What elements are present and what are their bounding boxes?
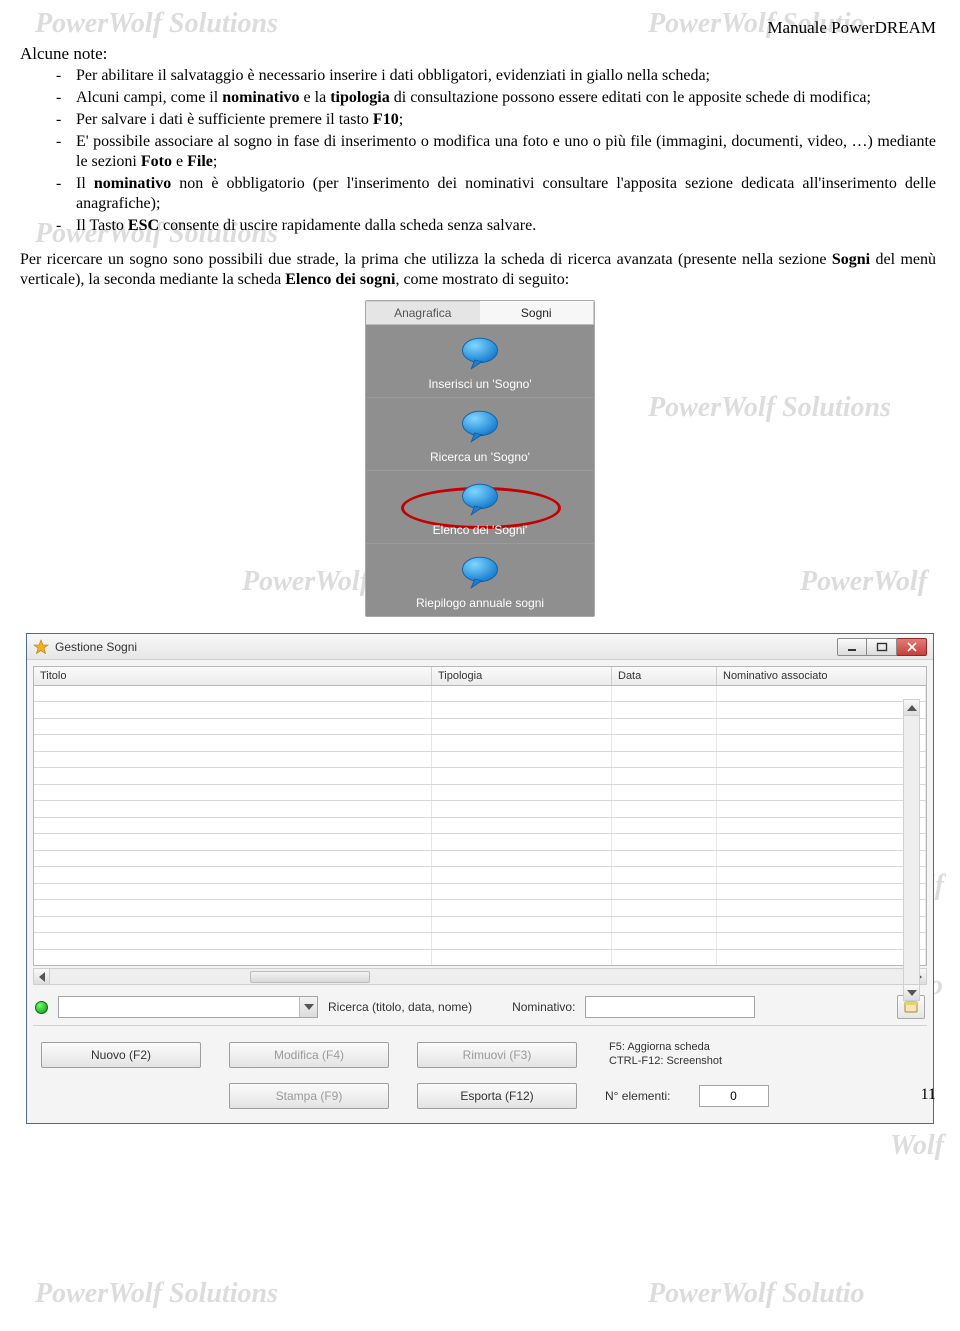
- table-row[interactable]: [34, 686, 926, 702]
- note-item: E' possibile associare al sogno in fase …: [76, 132, 936, 172]
- table-row[interactable]: [34, 702, 926, 718]
- menu-item[interactable]: Ricerca un 'Sogno': [366, 397, 594, 470]
- sidebar-menu-figure: Anagrafica Sogni Inserisci un 'Sogno' Ric…: [365, 300, 595, 617]
- table-row[interactable]: [34, 900, 926, 916]
- grid-header: Titolo Tipologia Data Nominativo associa…: [33, 666, 927, 686]
- table-row[interactable]: [34, 950, 926, 965]
- stampa-button[interactable]: Stampa (F9): [229, 1083, 389, 1109]
- note-item: Per salvare i dati è sufficiente premere…: [76, 110, 936, 130]
- table-row[interactable]: [34, 719, 926, 735]
- menu-item[interactable]: Elenco dei 'Sogni': [366, 470, 594, 543]
- table-row[interactable]: [34, 933, 926, 949]
- maximize-button[interactable]: [867, 638, 897, 656]
- tab-anagrafica[interactable]: Anagrafica: [366, 301, 480, 324]
- table-row[interactable]: [34, 867, 926, 883]
- scroll-down-icon[interactable]: [904, 984, 919, 1000]
- col-data[interactable]: Data: [612, 667, 717, 685]
- menu-item[interactable]: Riepilogo annuale sogni: [366, 543, 594, 616]
- status-dot-icon: [35, 1001, 48, 1014]
- scroll-up-icon[interactable]: [904, 700, 919, 716]
- table-row[interactable]: [34, 752, 926, 768]
- search-paragraph: Per ricercare un sogno sono possibili du…: [20, 250, 936, 290]
- table-row[interactable]: [34, 818, 926, 834]
- esporta-button[interactable]: Esporta (F12): [417, 1083, 577, 1109]
- watermark: Wolf: [890, 1130, 944, 1162]
- tab-sogni[interactable]: Sogni: [480, 301, 595, 324]
- page-number: 11: [921, 1086, 936, 1104]
- vertical-scrollbar[interactable]: [903, 699, 920, 1001]
- search-combo[interactable]: [58, 996, 318, 1018]
- close-button[interactable]: [897, 638, 927, 656]
- notes-heading: Alcune note:: [20, 44, 942, 64]
- table-row[interactable]: [34, 735, 926, 751]
- nuovo-button[interactable]: Nuovo (F2): [41, 1042, 201, 1068]
- note-item: Per abilitare il salvataggio è necessari…: [76, 66, 936, 86]
- table-row[interactable]: [34, 851, 926, 867]
- count-label: N° elementi:: [605, 1089, 671, 1103]
- table-row[interactable]: [34, 768, 926, 784]
- search-input[interactable]: [59, 997, 299, 1017]
- keyboard-hints: F5: Aggiorna scheda CTRL-F12: Screenshot: [609, 1041, 722, 1069]
- modifica-button[interactable]: Modifica (F4): [229, 1042, 389, 1068]
- rimuovi-button[interactable]: Rimuovi (F3): [417, 1042, 577, 1068]
- menu-item-label: Inserisci un 'Sogno': [366, 377, 594, 391]
- nominativo-field[interactable]: [585, 996, 755, 1018]
- search-label: Ricerca (titolo, data, nome): [328, 1000, 472, 1014]
- star-icon: [33, 639, 49, 655]
- horizontal-scrollbar[interactable]: [33, 968, 927, 985]
- doc-header: Manuale PowerDREAM: [18, 18, 936, 38]
- scroll-left-icon[interactable]: [34, 969, 50, 984]
- menu-item-label: Elenco dei 'Sogni': [366, 523, 594, 537]
- menu-item-label: Ricerca un 'Sogno': [366, 450, 594, 464]
- grid-body[interactable]: [33, 686, 927, 966]
- speech-bubble-icon: [459, 408, 501, 444]
- note-item: Il Tasto ESC consente di uscire rapidame…: [76, 216, 936, 236]
- menu-item-label: Riepilogo annuale sogni: [366, 596, 594, 610]
- speech-bubble-icon: [459, 481, 501, 517]
- table-row[interactable]: [34, 785, 926, 801]
- table-row[interactable]: [34, 884, 926, 900]
- speech-bubble-icon: [459, 554, 501, 590]
- table-row[interactable]: [34, 801, 926, 817]
- menu-item[interactable]: Inserisci un 'Sogno': [366, 325, 594, 397]
- chevron-down-icon[interactable]: [299, 997, 317, 1017]
- minimize-button[interactable]: [837, 638, 867, 656]
- table-row[interactable]: [34, 917, 926, 933]
- nominativo-label: Nominativo:: [512, 1000, 575, 1014]
- col-tipologia[interactable]: Tipologia: [432, 667, 612, 685]
- note-item: Alcuni campi, come il nominativo e la ti…: [76, 88, 936, 108]
- scroll-thumb[interactable]: [250, 971, 370, 983]
- watermark: PowerWolf Solutions: [35, 1278, 278, 1310]
- gestione-sogni-window: Gestione Sogni Titolo Tipologia Data Nom…: [26, 633, 934, 1124]
- speech-bubble-icon: [459, 335, 501, 371]
- table-row[interactable]: [34, 834, 926, 850]
- window-title: Gestione Sogni: [55, 640, 837, 654]
- col-nominativo[interactable]: Nominativo associato: [717, 667, 926, 685]
- count-value: 0: [699, 1085, 769, 1107]
- titlebar: Gestione Sogni: [27, 634, 933, 660]
- watermark: PowerWolf Solutio: [648, 1278, 865, 1310]
- col-titolo[interactable]: Titolo: [34, 667, 432, 685]
- notes-list: Per abilitare il salvataggio è necessari…: [48, 66, 936, 236]
- note-item: Il nominativo non è obbligatorio (per l'…: [76, 174, 936, 214]
